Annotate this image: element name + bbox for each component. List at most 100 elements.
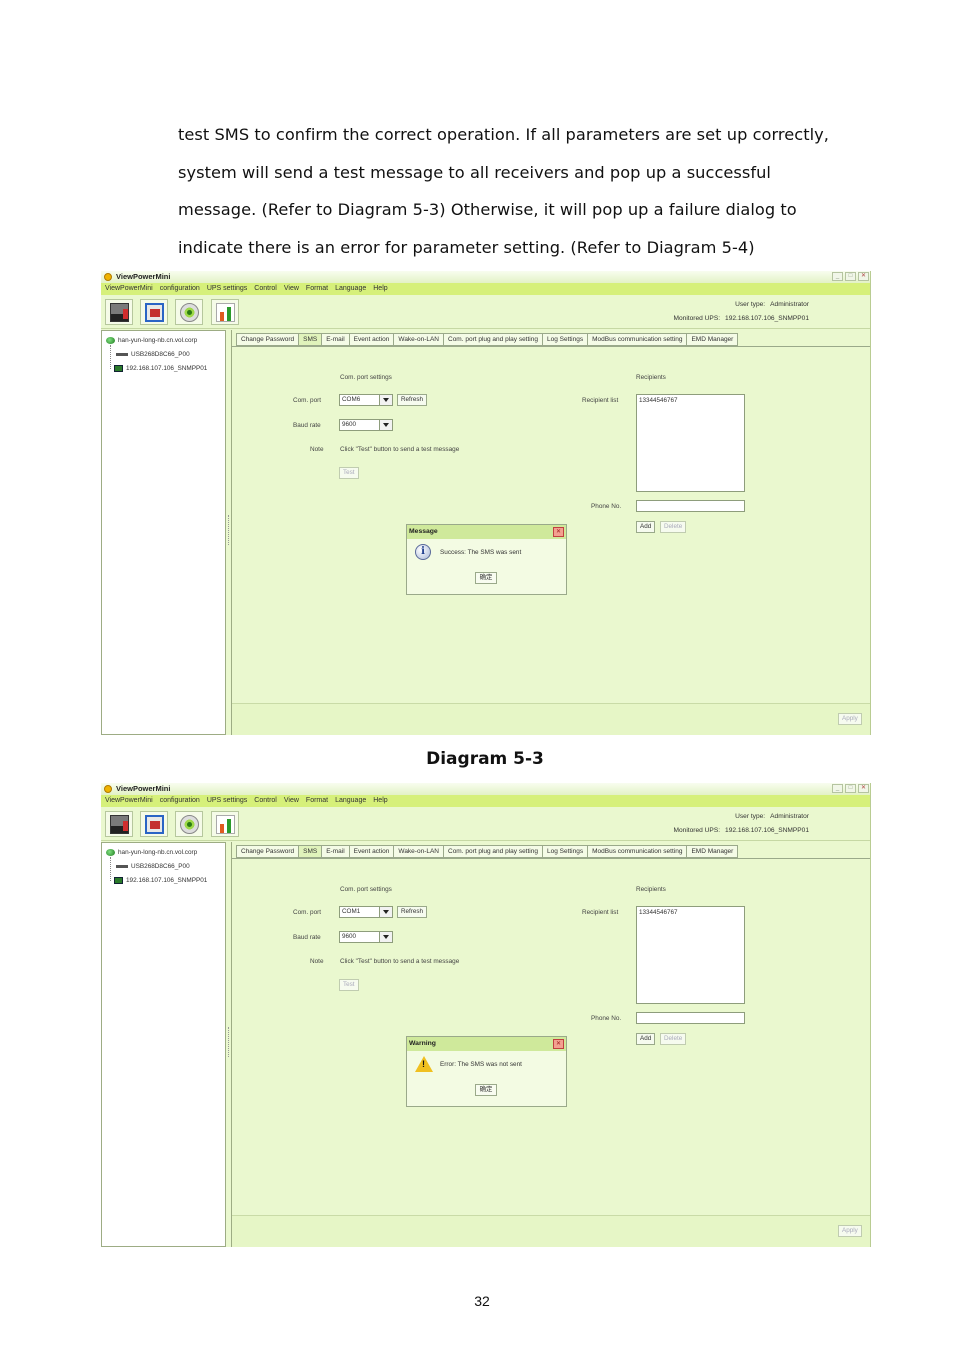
test-button[interactable]: Test	[339, 467, 359, 479]
menu-help[interactable]: Help	[373, 795, 387, 807]
monitor-icon	[110, 815, 129, 834]
warning-icon: !	[415, 1056, 433, 1072]
tree-item-usb[interactable]: USB268D8C66_P00	[116, 860, 190, 872]
paragraph-line-4: indicate there is an error for parameter…	[178, 237, 755, 257]
tab-event-action[interactable]: Event action	[348, 333, 394, 346]
menu-control[interactable]: Control	[254, 795, 277, 807]
menu-view[interactable]: View	[284, 795, 299, 807]
phone-number-field[interactable]	[636, 1012, 745, 1024]
menu-language[interactable]: Language	[335, 283, 366, 295]
tab-emd-manager[interactable]: EMD Manager	[686, 333, 739, 346]
minimize-icon[interactable]: _	[832, 784, 843, 793]
info-icon: i	[415, 544, 431, 560]
tab-modbus-communication[interactable]: ModBus communication setting	[587, 333, 687, 346]
tab-wake-on-lan[interactable]: Wake-on-LAN	[393, 845, 443, 858]
tree-item-snmp[interactable]: 192.168.107.106_SNMPP01	[114, 874, 207, 886]
chevron-down-icon	[379, 932, 392, 942]
bottom-bar: Apply	[232, 703, 870, 735]
tree-item-usb-label: USB268D8C66_P00	[131, 350, 190, 358]
list-item[interactable]: 13344546767	[639, 909, 742, 916]
maximize-icon[interactable]: □	[845, 272, 856, 281]
figure-caption: Diagram 5-3	[426, 749, 544, 769]
data-log-button[interactable]	[211, 299, 239, 325]
refresh-button[interactable]: Refresh	[397, 394, 428, 406]
com-port-select[interactable]: COM6	[339, 394, 393, 406]
tab-change-password[interactable]: Change Password	[236, 845, 299, 858]
menu-viewpowermini[interactable]: ViewPowerMini	[105, 283, 153, 295]
tab-email[interactable]: E-mail	[321, 333, 349, 346]
baud-rate-value: 9600	[342, 421, 357, 428]
monitored-ups-label: Monitored UPS:	[673, 315, 721, 322]
add-button[interactable]: Add	[636, 521, 656, 533]
tab-com-port-plug-and-play[interactable]: Com. port plug and play setting	[443, 333, 542, 346]
menu-control[interactable]: Control	[254, 283, 277, 295]
tree-root[interactable]: han-yun-long-nb.cn.vol.corp	[106, 846, 197, 858]
baud-rate-select[interactable]: 9600	[339, 419, 393, 431]
add-button[interactable]: Add	[636, 1033, 656, 1045]
tree-item-usb[interactable]: USB268D8C66_P00	[116, 348, 190, 360]
close-icon[interactable]: ✕	[858, 784, 869, 793]
refresh-button[interactable]: Refresh	[397, 906, 428, 918]
data-log-button[interactable]	[211, 811, 239, 837]
tab-email[interactable]: E-mail	[321, 845, 349, 858]
tab-event-action[interactable]: Event action	[348, 845, 394, 858]
configuration-button[interactable]	[140, 299, 168, 325]
menu-viewpowermini[interactable]: ViewPowerMini	[105, 795, 153, 807]
close-icon[interactable]: ✕	[553, 527, 564, 537]
menu-help[interactable]: Help	[373, 283, 387, 295]
recipients-heading: Recipients	[636, 886, 666, 893]
list-item[interactable]: 13344546767	[639, 397, 742, 404]
menu-format[interactable]: Format	[306, 795, 328, 807]
monitor-button[interactable]	[105, 811, 133, 837]
control-button[interactable]	[175, 299, 203, 325]
control-button[interactable]	[175, 811, 203, 837]
menu-configuration[interactable]: configuration	[160, 795, 200, 807]
menu-ups-settings[interactable]: UPS settings	[207, 795, 247, 807]
chevron-down-icon	[379, 907, 392, 917]
chevron-down-icon	[379, 395, 392, 405]
menu-ups-settings[interactable]: UPS settings	[207, 283, 247, 295]
dialog-title: Message	[407, 525, 566, 539]
toolbar: User type: Administrator Monitored UPS: 19…	[101, 807, 870, 841]
baud-rate-select[interactable]: 9600	[339, 931, 393, 943]
ok-button[interactable]: 确定	[475, 572, 497, 584]
com-port-select[interactable]: COM1	[339, 906, 393, 918]
menu-language[interactable]: Language	[335, 795, 366, 807]
close-icon[interactable]: ✕	[553, 1039, 564, 1049]
recipient-list-label: Recipient list	[582, 909, 619, 916]
menu-configuration[interactable]: configuration	[160, 283, 200, 295]
tree-item-snmp[interactable]: 192.168.107.106_SNMPP01	[114, 362, 207, 374]
close-icon[interactable]: ✕	[858, 272, 869, 281]
tab-bar: Change Password SMS E-mail Event action …	[236, 333, 739, 346]
message-dialog: Message ✕ i Success: The SMS was sent 确定	[406, 524, 567, 595]
apply-button[interactable]: Apply	[838, 713, 862, 725]
recipient-list[interactable]: 13344546767	[636, 906, 745, 1004]
paragraph-line-3: message. (Refer to Diagram 5-3) Otherwis…	[178, 200, 797, 219]
tab-log-settings[interactable]: Log Settings	[541, 333, 588, 346]
ok-button[interactable]: 确定	[475, 1084, 497, 1096]
configuration-button[interactable]	[140, 811, 168, 837]
minimize-icon[interactable]: _	[832, 272, 843, 281]
com-port-settings-heading: Com. port settings	[340, 886, 392, 893]
tab-emd-manager[interactable]: EMD Manager	[686, 845, 739, 858]
tab-sms[interactable]: SMS	[298, 845, 322, 858]
delete-button[interactable]: Delete	[660, 1033, 687, 1045]
tab-modbus-communication[interactable]: ModBus communication setting	[587, 845, 687, 858]
phone-number-field[interactable]	[636, 500, 745, 512]
test-button[interactable]: Test	[339, 979, 359, 991]
menu-view[interactable]: View	[284, 283, 299, 295]
tab-wake-on-lan[interactable]: Wake-on-LAN	[393, 333, 443, 346]
usb-icon	[116, 864, 128, 868]
tab-com-port-plug-and-play[interactable]: Com. port plug and play setting	[443, 845, 542, 858]
recipient-list[interactable]: 13344546767	[636, 394, 745, 492]
maximize-icon[interactable]: □	[845, 784, 856, 793]
delete-button[interactable]: Delete	[660, 521, 687, 533]
tab-log-settings[interactable]: Log Settings	[541, 845, 588, 858]
apply-button[interactable]: Apply	[838, 1225, 862, 1237]
menu-format[interactable]: Format	[306, 283, 328, 295]
monitor-button[interactable]	[105, 299, 133, 325]
tab-change-password[interactable]: Change Password	[236, 333, 299, 346]
tree-root[interactable]: han-yun-long-nb.cn.vol.corp	[106, 334, 197, 346]
user-info: User type: Administrator Monitored UPS: 19…	[674, 810, 810, 838]
tab-sms[interactable]: SMS	[298, 333, 322, 346]
